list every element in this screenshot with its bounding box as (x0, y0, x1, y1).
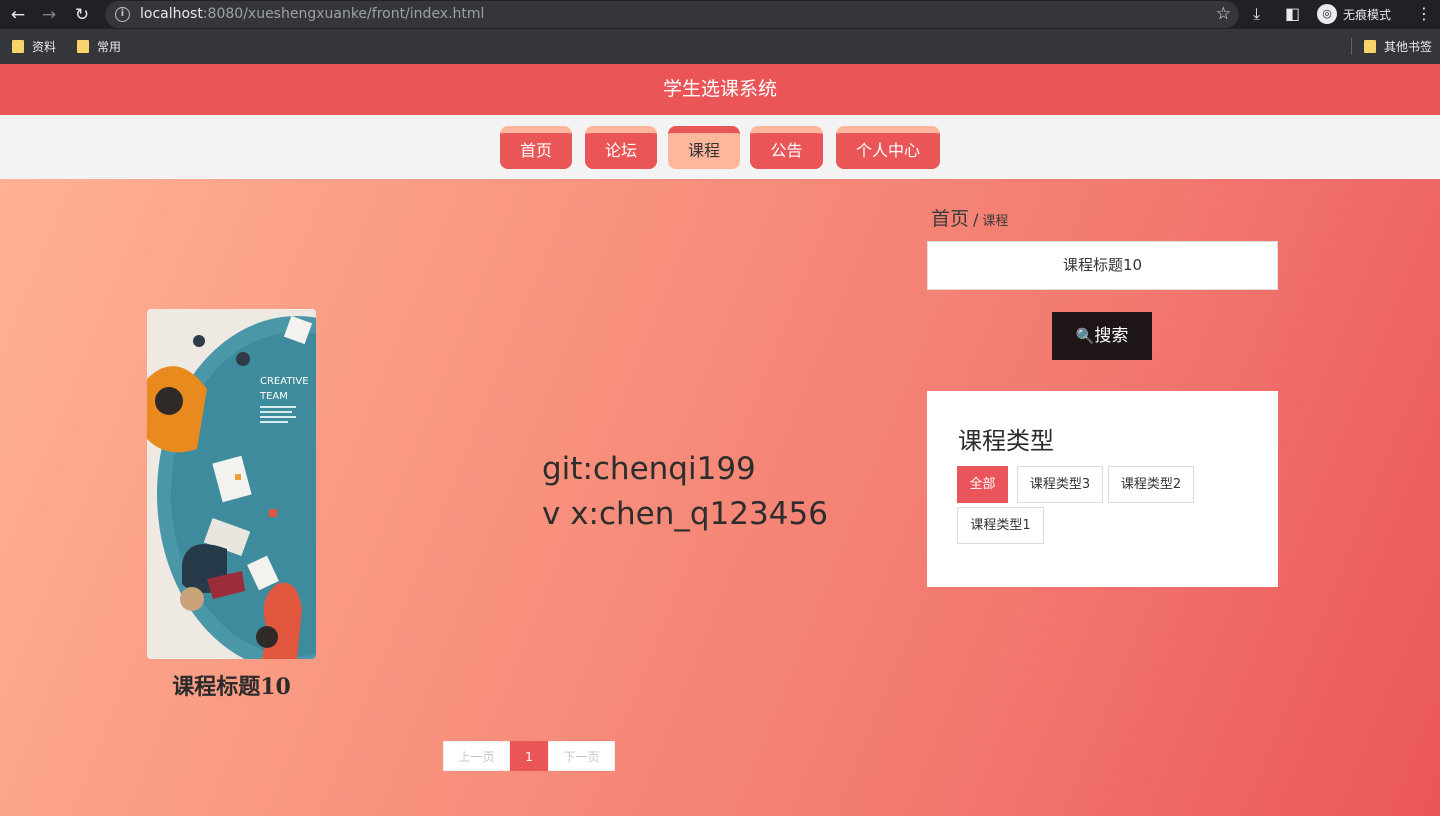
bookmark-label: 常用 (97, 40, 122, 54)
nav-course[interactable]: 课程 (668, 126, 740, 169)
svg-text:CREATIVE: CREATIVE (260, 376, 309, 387)
back-arrow-icon[interactable]: ← (7, 4, 29, 26)
url-path: :8080/xueshengxuanke/front/index.html (202, 6, 485, 22)
prev-page-button[interactable]: 上一页 (443, 741, 510, 771)
course-card[interactable]: CREATIVE TEAM 课程标题10 (147, 309, 316, 701)
web-page: 学生选课系统 首页 论坛 课程 公告 个人中心 CREATIVE TEAM 课程… (0, 64, 1440, 816)
browser-toolbar: ← → ↻ i localhost:8080/xueshengxuanke/fr… (0, 0, 1440, 29)
main-nav: 首页 论坛 课程 公告 个人中心 (0, 115, 1440, 179)
info-icon[interactable]: i (115, 7, 130, 22)
page-number-button[interactable]: 1 (510, 741, 548, 771)
bookmarks-bar: 资料 常用 其他书签 (0, 29, 1440, 64)
course-type-heading: 课程类型 (958, 427, 1054, 455)
url-host: localhost (140, 6, 203, 22)
type-tag-1[interactable]: 课程类型1 (957, 507, 1044, 544)
reload-icon[interactable]: ↻ (71, 4, 93, 26)
nav-notice[interactable]: 公告 (750, 126, 823, 169)
watermark-text: git:chenqi199 v x:chen_q123456 (542, 447, 828, 537)
breadcrumb-current: 课程 (982, 214, 1009, 229)
type-tag-3[interactable]: 课程类型3 (1017, 466, 1103, 503)
incognito-indicator[interactable]: ◎ 无痕模式 (1313, 2, 1399, 26)
nav-profile[interactable]: 个人中心 (836, 126, 940, 169)
forward-arrow-icon[interactable]: → (38, 4, 60, 26)
bookmark-label: 资料 (32, 40, 57, 54)
breadcrumb: 首页 / 课程 (931, 204, 1008, 231)
side-panel-icon[interactable]: ◧ (1285, 4, 1300, 24)
search-icon: 🔍 (1075, 327, 1095, 345)
breadcrumb-home[interactable]: 首页 (931, 208, 969, 230)
watermark-line: git:chenqi199 (542, 451, 756, 487)
type-tag-all[interactable]: 全部 (957, 466, 1008, 503)
nav-home[interactable]: 首页 (500, 126, 572, 169)
search-input[interactable]: 课程标题10 (927, 241, 1278, 290)
bookmark-star-icon[interactable]: ☆ (1216, 4, 1231, 24)
incognito-icon: ◎ (1317, 4, 1337, 24)
folder-icon (77, 40, 89, 53)
menu-kebab-icon[interactable]: ⋮ (1416, 4, 1432, 24)
watermark-line: v x:chen_q123456 (542, 496, 828, 532)
search-button[interactable]: 🔍搜索 (1052, 312, 1152, 360)
folder-icon (1364, 40, 1376, 53)
course-image[interactable]: CREATIVE TEAM (147, 309, 316, 659)
incognito-label: 无痕模式 (1343, 7, 1392, 22)
folder-icon (12, 40, 24, 53)
svg-text:TEAM: TEAM (259, 391, 288, 402)
course-list-section: CREATIVE TEAM 课程标题10 git:chenqi199 v x:c… (0, 179, 1440, 816)
search-button-label: 搜索 (1094, 326, 1129, 346)
breadcrumb-separator: / (973, 210, 979, 229)
download-icon[interactable]: ⤓ (1253, 4, 1260, 24)
other-bookmarks[interactable]: 其他书签 (1364, 38, 1432, 55)
course-type-panel: 课程类型 全部 课程类型3 课程类型2 课程类型1 (927, 391, 1278, 587)
pagination: 上一页 1 下一页 (443, 741, 615, 771)
next-page-button[interactable]: 下一页 (548, 741, 615, 771)
bookmarks-divider (1351, 38, 1352, 55)
bookmark-folder-ziliao[interactable]: 资料 (12, 38, 56, 55)
address-bar[interactable]: i localhost:8080/xueshengxuanke/front/in… (105, 1, 1239, 28)
creative-team-illustration: CREATIVE TEAM (147, 309, 316, 659)
type-tag-2[interactable]: 课程类型2 (1108, 466, 1194, 503)
address-url[interactable]: localhost:8080/xueshengxuanke/front/inde… (140, 6, 484, 22)
bookmark-folder-changyong[interactable]: 常用 (77, 38, 121, 55)
nav-forum[interactable]: 论坛 (585, 126, 657, 169)
site-title: 学生选课系统 (0, 64, 1440, 115)
course-title[interactable]: 课程标题10 (127, 669, 336, 701)
other-bookmarks-label: 其他书签 (1384, 40, 1433, 54)
